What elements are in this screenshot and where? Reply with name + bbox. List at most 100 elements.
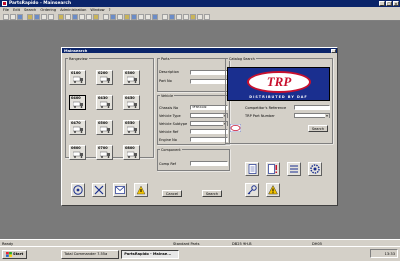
truck-icon [100, 126, 110, 133]
toolbar-tool7-icon[interactable] [145, 13, 151, 20]
toolbar-order-icon[interactable] [79, 13, 85, 20]
gear-button[interactable] [308, 162, 322, 176]
chassis-no-input[interactable]: 3F3P2449 [190, 105, 228, 110]
warning-icon [268, 185, 278, 195]
toolbar-open-icon[interactable] [10, 13, 16, 20]
info-button[interactable] [134, 183, 148, 197]
system-tray: 13:33 [370, 249, 398, 258]
trp-logo-mark: TRP [247, 71, 311, 93]
menu-search[interactable]: Search [24, 8, 36, 12]
engine-no-label: Engine No [159, 138, 177, 142]
documents-button[interactable] [245, 162, 259, 176]
vehicle-0200-button[interactable]: 0200 [96, 70, 113, 85]
list-button[interactable] [287, 162, 301, 176]
tools-button[interactable] [92, 183, 106, 197]
vehicle-0600-button[interactable]: 0600 [69, 145, 86, 160]
minimize-button[interactable]: _ [379, 1, 385, 6]
menu-help[interactable]: ? [109, 8, 111, 12]
vehicle-subtype-select[interactable] [190, 121, 228, 126]
taskbar-item-total-commander[interactable]: Total Commander 7.55a [61, 249, 120, 259]
info-icon [136, 185, 146, 195]
taskbar: Start Total Commander 7.55a PartsRapido … [0, 246, 400, 261]
toolbar-tool3-icon[interactable] [117, 13, 123, 20]
parts-group: Parts [157, 57, 230, 92]
menu-ordering[interactable]: Ordering [40, 8, 56, 12]
wheel-icon [73, 185, 83, 195]
truck-icon [127, 126, 137, 133]
key-button[interactable] [245, 183, 259, 197]
vehicle-0800-button[interactable]: 0800 [123, 145, 140, 160]
vehicle-0450-button[interactable]: 0450 [123, 95, 140, 110]
toolbar-tool5-icon[interactable] [131, 13, 137, 20]
toolbar-truck-icon[interactable] [65, 13, 71, 20]
engine-no-input[interactable] [190, 137, 228, 142]
menu-administration[interactable]: Administration [60, 8, 86, 12]
menu-edit[interactable]: Edit [13, 8, 20, 12]
search-button[interactable]: Search [202, 190, 222, 197]
status-ready: Ready [2, 241, 14, 246]
catalog-search-button[interactable]: Search [308, 125, 328, 132]
status-bar: Ready Standard Parts DB25 9H-B DH05 [0, 239, 400, 246]
vehicle-0400-button[interactable]: 0400 [69, 95, 86, 110]
component-group: Component [157, 148, 230, 171]
truck-icon [100, 151, 110, 158]
toolbar-tool9-icon[interactable] [162, 13, 168, 20]
toolbar-tool12-icon[interactable] [183, 13, 189, 20]
toolbar-cut-icon[interactable] [34, 13, 40, 20]
dialog-close-button[interactable]: × [331, 48, 336, 53]
toolbar-copy-icon[interactable] [41, 13, 47, 20]
vehicle-0500-button[interactable]: 0500 [96, 120, 113, 135]
comp-ref-label: Comp Ref [159, 162, 176, 166]
toolbar-basket-icon[interactable] [86, 13, 92, 20]
toolbar-search-icon[interactable] [58, 13, 64, 20]
toolbar-tool10-icon[interactable] [169, 13, 175, 20]
vehicle-ref-input[interactable] [190, 129, 228, 134]
toolbar-tool11-icon[interactable] [176, 13, 182, 20]
vehicle-0300-button[interactable]: 0300 [123, 70, 140, 85]
warning-button[interactable] [266, 183, 280, 197]
maximize-button[interactable]: □ [386, 1, 392, 6]
vehicle-0550-button[interactable]: 0550 [123, 120, 140, 135]
toolbar-help-icon[interactable] [204, 13, 210, 20]
comp-ref-input[interactable] [190, 161, 228, 166]
description-label: Description [159, 70, 179, 74]
toolbar-tool13-icon[interactable] [190, 13, 196, 20]
taskbar-item-partsrapido[interactable]: PartsRapido - Mainse... [121, 249, 180, 259]
toolbar-new-icon[interactable] [3, 13, 9, 20]
alert-parts-button[interactable] [266, 162, 280, 176]
wheel-button[interactable] [71, 183, 85, 197]
vehicle-type-select[interactable] [190, 113, 228, 118]
close-button[interactable]: × [393, 1, 399, 6]
trp-part-number-select[interactable] [294, 113, 330, 118]
menu-file[interactable]: File [3, 8, 9, 12]
toolbar-tool8-icon[interactable] [152, 13, 158, 20]
mail-button[interactable] [113, 183, 127, 197]
truck-icon [100, 101, 110, 108]
start-button[interactable]: Start [2, 249, 28, 259]
toolbar-parts-icon[interactable] [72, 13, 78, 20]
vehicle-0100-button[interactable]: 0100 [69, 70, 86, 85]
description-input[interactable] [190, 70, 228, 75]
chassis-no-label: Chassis No [159, 106, 179, 110]
toolbar-tool6-icon[interactable] [138, 13, 144, 20]
toolbar-tool1-icon[interactable] [103, 13, 109, 20]
component-label: Component [160, 148, 182, 152]
part-no-label: Part No [159, 79, 172, 83]
menu-window[interactable]: Window [90, 8, 104, 12]
toolbar-paste-icon[interactable] [48, 13, 54, 20]
vehicle-0430-button[interactable]: 0430 [96, 95, 113, 110]
toolbar-tool14-icon[interactable] [197, 13, 203, 20]
toolbar-print-icon[interactable] [27, 13, 33, 20]
toolbar-save-icon[interactable] [17, 13, 23, 20]
cancel-button[interactable]: Cancel [162, 190, 182, 197]
window-titlebar: PartsRapido - Mainsearch _ □ × [0, 0, 400, 7]
toolbar-tool2-icon[interactable] [110, 13, 116, 20]
windows-logo-icon [6, 251, 12, 257]
vehicle-0470-button[interactable]: 0470 [69, 120, 86, 135]
rangeview-label: Rangeview [68, 57, 89, 61]
competitor-reference-input[interactable] [294, 105, 330, 110]
toolbar-catalog-icon[interactable] [93, 13, 99, 20]
toolbar-tool4-icon[interactable] [124, 13, 130, 20]
part-no-input[interactable] [190, 79, 228, 84]
vehicle-0700-button[interactable]: 0700 [96, 145, 113, 160]
